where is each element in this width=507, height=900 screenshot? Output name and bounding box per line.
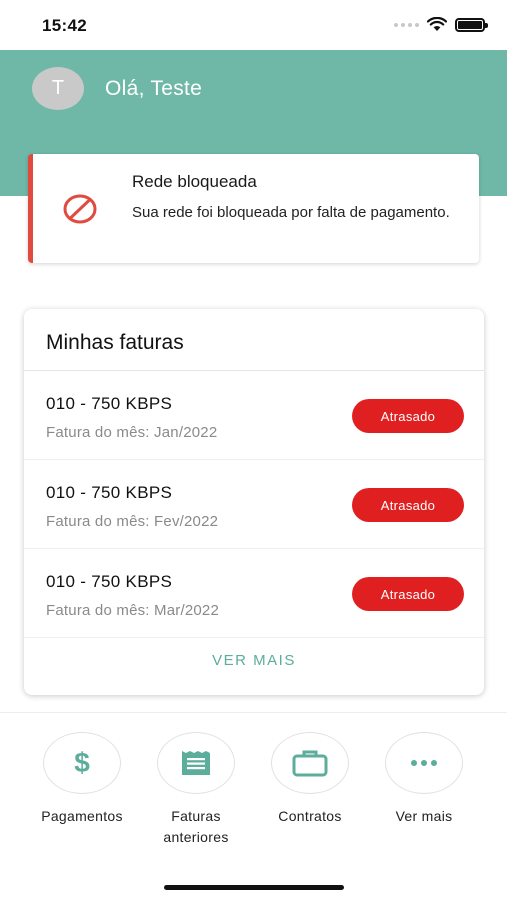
see-more-shortcut-button[interactable] xyxy=(385,732,463,794)
status-time: 15:42 xyxy=(42,16,87,35)
status-icons xyxy=(394,17,488,32)
contracts-button[interactable] xyxy=(271,732,349,794)
briefcase-icon xyxy=(292,750,328,777)
shortcut-see-more[interactable]: Ver mais xyxy=(369,732,479,827)
invoice-row[interactable]: 010 - 750 KBPS Fatura do mês: Mar/2022 A… xyxy=(24,549,484,638)
see-more-button[interactable]: VER MAIS xyxy=(24,652,484,669)
receipt-icon xyxy=(182,751,210,775)
invoice-row[interactable]: 010 - 750 KBPS Fatura do mês: Fev/2022 A… xyxy=(24,460,484,549)
alert-title: Rede bloqueada xyxy=(132,172,257,191)
payments-button[interactable]: $ xyxy=(43,732,121,794)
battery-icon xyxy=(455,17,488,32)
shortcut-label: Ver mais xyxy=(395,808,453,824)
shortcut-previous-invoices[interactable]: Faturas anteriores xyxy=(141,732,251,848)
dollar-icon: $ xyxy=(74,747,90,778)
shortcut-label: Pagamentos xyxy=(41,808,123,824)
alert-message: Sua rede foi bloqueada por falta de paga… xyxy=(132,204,450,221)
invoice-month: Fatura do mês: Mar/2022 xyxy=(46,602,220,619)
blocked-icon xyxy=(63,194,97,224)
status-bar: 15:42 xyxy=(0,0,507,50)
invoice-plan: 010 - 750 KBPS xyxy=(46,572,173,591)
invoices-card: Minhas faturas 010 - 750 KBPS Fatura do … xyxy=(24,309,484,695)
wifi-icon xyxy=(427,17,447,31)
home-indicator[interactable] xyxy=(164,885,344,890)
invoice-month: Fatura do mês: Jan/2022 xyxy=(46,424,218,441)
more-dots-icon xyxy=(411,760,437,766)
previous-invoices-button[interactable] xyxy=(157,732,235,794)
blocked-network-alert: Rede bloqueada Sua rede foi bloqueada po… xyxy=(28,154,479,263)
shortcut-contracts[interactable]: Contratos xyxy=(255,732,365,827)
overdue-badge: Atrasado xyxy=(352,399,464,433)
invoices-title: Minhas faturas xyxy=(46,331,184,354)
invoice-plan: 010 - 750 KBPS xyxy=(46,483,173,502)
avatar[interactable]: T xyxy=(32,67,84,110)
overdue-badge: Atrasado xyxy=(352,577,464,611)
shortcut-payments[interactable]: $ Pagamentos xyxy=(27,732,137,827)
invoice-plan: 010 - 750 KBPS xyxy=(46,394,173,413)
shortcut-label: Contratos xyxy=(278,808,342,824)
signal-icon xyxy=(394,22,419,27)
overdue-badge: Atrasado xyxy=(352,488,464,522)
invoice-row[interactable]: 010 - 750 KBPS Fatura do mês: Jan/2022 A… xyxy=(24,371,484,460)
invoice-month: Fatura do mês: Fev/2022 xyxy=(46,513,219,530)
shortcut-label: Faturas anteriores xyxy=(163,808,229,845)
greeting: Olá, Teste xyxy=(105,77,203,100)
divider xyxy=(0,712,507,713)
